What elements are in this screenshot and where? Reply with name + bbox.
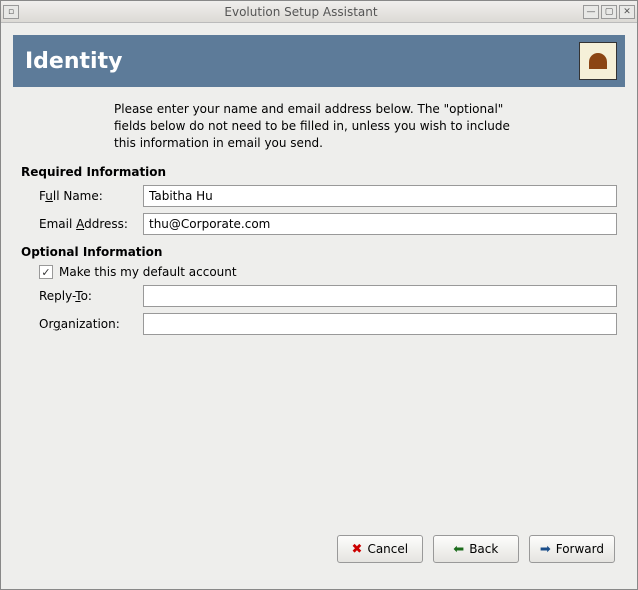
back-icon: ⬅ [453, 542, 464, 557]
reply-to-input[interactable] [143, 285, 617, 307]
organization-input[interactable] [143, 313, 617, 335]
intro-text: Please enter your name and email address… [114, 101, 524, 151]
full-name-row: Full Name: [21, 185, 617, 207]
page-header: Identity [13, 35, 625, 87]
setup-assistant-window: ▫ Evolution Setup Assistant — ▢ ✕ Identi… [0, 0, 638, 590]
page-title: Identity [25, 49, 122, 74]
window-titlebar: ▫ Evolution Setup Assistant — ▢ ✕ [1, 1, 637, 23]
reply-to-row: Reply-To: [21, 285, 617, 307]
button-bar: ✖ Cancel ⬅ Back ➡ Forward [13, 527, 625, 577]
content-area: Please enter your name and email address… [13, 87, 625, 527]
maximize-button[interactable]: ▢ [601, 5, 617, 19]
full-name-label: Full Name: [39, 189, 143, 203]
full-name-input[interactable] [143, 185, 617, 207]
cancel-button[interactable]: ✖ Cancel [337, 535, 423, 563]
required-section-title: Required Information [21, 165, 617, 179]
default-account-label: Make this my default account [59, 265, 237, 279]
organization-row: Organization: [21, 313, 617, 335]
email-label: Email Address: [39, 217, 143, 231]
email-input[interactable] [143, 213, 617, 235]
window-body: Identity Please enter your name and emai… [1, 23, 637, 589]
reply-to-label: Reply-To: [39, 289, 143, 303]
forward-label: Forward [556, 542, 604, 556]
close-button[interactable]: ✕ [619, 5, 635, 19]
email-row: Email Address: [21, 213, 617, 235]
optional-section-title: Optional Information [21, 245, 617, 259]
forward-button[interactable]: ➡ Forward [529, 535, 615, 563]
forward-icon: ➡ [540, 542, 551, 557]
minimize-button[interactable]: — [583, 5, 599, 19]
default-account-checkbox[interactable] [39, 265, 53, 279]
window-menu-icon[interactable]: ▫ [3, 5, 19, 19]
default-account-row: Make this my default account [21, 265, 617, 279]
window-title: Evolution Setup Assistant [19, 5, 583, 19]
cancel-icon: ✖ [352, 542, 363, 557]
organization-label: Organization: [39, 317, 143, 331]
cancel-label: Cancel [367, 542, 408, 556]
back-button[interactable]: ⬅ Back [433, 535, 519, 563]
back-label: Back [469, 542, 498, 556]
identity-icon [579, 42, 617, 80]
